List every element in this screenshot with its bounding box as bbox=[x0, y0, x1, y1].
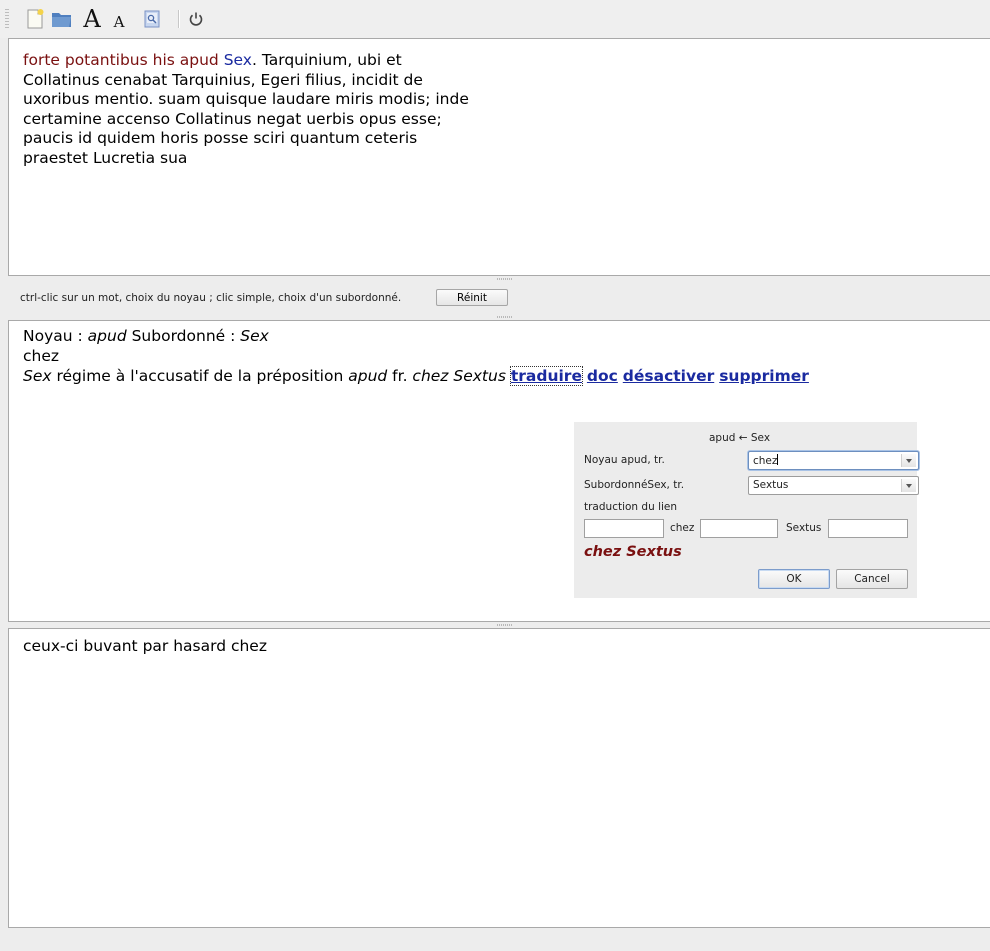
noyau-line: Noyau : apud Subordonné : Sex bbox=[23, 326, 269, 346]
splitter-handle-middle[interactable] bbox=[497, 316, 513, 318]
subordinate-translation-label: SubordonnéSex, tr. bbox=[584, 479, 685, 491]
open-folder-icon[interactable] bbox=[50, 6, 74, 32]
toolbar-separator bbox=[178, 10, 179, 28]
translate-link[interactable]: traduire bbox=[509, 366, 583, 386]
translation-text[interactable]: ceux-ci buvant par hasard chez bbox=[23, 637, 267, 655]
noyau-translation-text[interactable]: chez bbox=[753, 455, 777, 467]
rule-text: régime à l'accusatif de la préposition bbox=[51, 367, 349, 385]
latin-text-blue[interactable]: Sex bbox=[224, 51, 252, 69]
status-bar bbox=[0, 928, 990, 951]
text-cursor bbox=[777, 454, 779, 465]
subordinate-translation-combo[interactable]: Sextus bbox=[748, 476, 919, 495]
rule-word: Sex bbox=[23, 367, 52, 385]
before-text-field[interactable] bbox=[584, 519, 664, 538]
noyau-translation-value[interactable]: chez bbox=[753, 454, 779, 467]
translation-panel[interactable]: ceux-ci buvant par hasard chez bbox=[8, 628, 990, 928]
rule-line: Sex régime à l'accusatif de la prépositi… bbox=[23, 366, 809, 386]
cancel-button[interactable]: Cancel bbox=[836, 569, 908, 589]
result-preview: chez Sextus bbox=[584, 544, 682, 560]
power-icon[interactable] bbox=[186, 6, 206, 32]
instruction-bar: ctrl-clic sur un mot, choix du noyau ; c… bbox=[0, 283, 990, 313]
noyau-label: Noyau : bbox=[23, 327, 88, 345]
toolbar: A A bbox=[0, 0, 990, 38]
font-larger-icon[interactable]: A bbox=[80, 6, 104, 32]
latin-text-red[interactable]: forte potantibus his apud bbox=[23, 51, 224, 69]
splitter-handle-bottom[interactable] bbox=[497, 624, 513, 626]
deactivate-link[interactable]: désactiver bbox=[623, 367, 714, 385]
word1-label: chez bbox=[670, 522, 695, 534]
doc-link[interactable]: doc bbox=[587, 367, 618, 385]
chevron-down-icon[interactable] bbox=[901, 479, 916, 492]
translation-line: chez bbox=[23, 347, 60, 365]
preview-icon[interactable] bbox=[142, 6, 162, 32]
new-file-icon[interactable] bbox=[24, 6, 46, 32]
between-text-field[interactable] bbox=[700, 519, 778, 538]
reset-button[interactable]: Réinit bbox=[436, 289, 508, 306]
chevron-down-icon[interactable] bbox=[901, 454, 916, 467]
word2-label: Sextus bbox=[786, 522, 822, 534]
link-translation-dialog: apud ← Sex Noyau apud, tr. chez Subordon… bbox=[574, 422, 919, 598]
latin-text[interactable]: forte potantibus his apud Sex. Tarquiniu… bbox=[23, 51, 503, 168]
rule-fr-label: fr. bbox=[387, 367, 413, 385]
latin-text-panel[interactable]: forte potantibus his apud Sex. Tarquiniu… bbox=[8, 38, 990, 276]
rule-preposition: apud bbox=[348, 367, 388, 385]
after-text-field[interactable] bbox=[828, 519, 908, 538]
noyau-translation-combo[interactable]: chez bbox=[748, 451, 919, 470]
subordinate-translation-value[interactable]: Sextus bbox=[753, 479, 788, 491]
rule-example: chez Sextus bbox=[412, 367, 506, 385]
delete-link[interactable]: supprimer bbox=[719, 367, 809, 385]
subordinate-label: Subordonné : bbox=[126, 327, 241, 345]
toolbar-grip[interactable] bbox=[5, 9, 9, 29]
noyau-translation-label: Noyau apud, tr. bbox=[584, 454, 665, 466]
instruction-text: ctrl-clic sur un mot, choix du noyau ; c… bbox=[20, 292, 402, 304]
ok-button[interactable]: OK bbox=[758, 569, 830, 589]
subordinate-word: Sex bbox=[240, 327, 269, 345]
splitter-handle-top[interactable] bbox=[497, 278, 513, 280]
dialog-header: apud ← Sex bbox=[709, 432, 771, 444]
link-translation-label: traduction du lien bbox=[584, 501, 678, 513]
font-smaller-icon[interactable]: A bbox=[110, 6, 128, 35]
noyau-word: apud bbox=[87, 327, 127, 345]
